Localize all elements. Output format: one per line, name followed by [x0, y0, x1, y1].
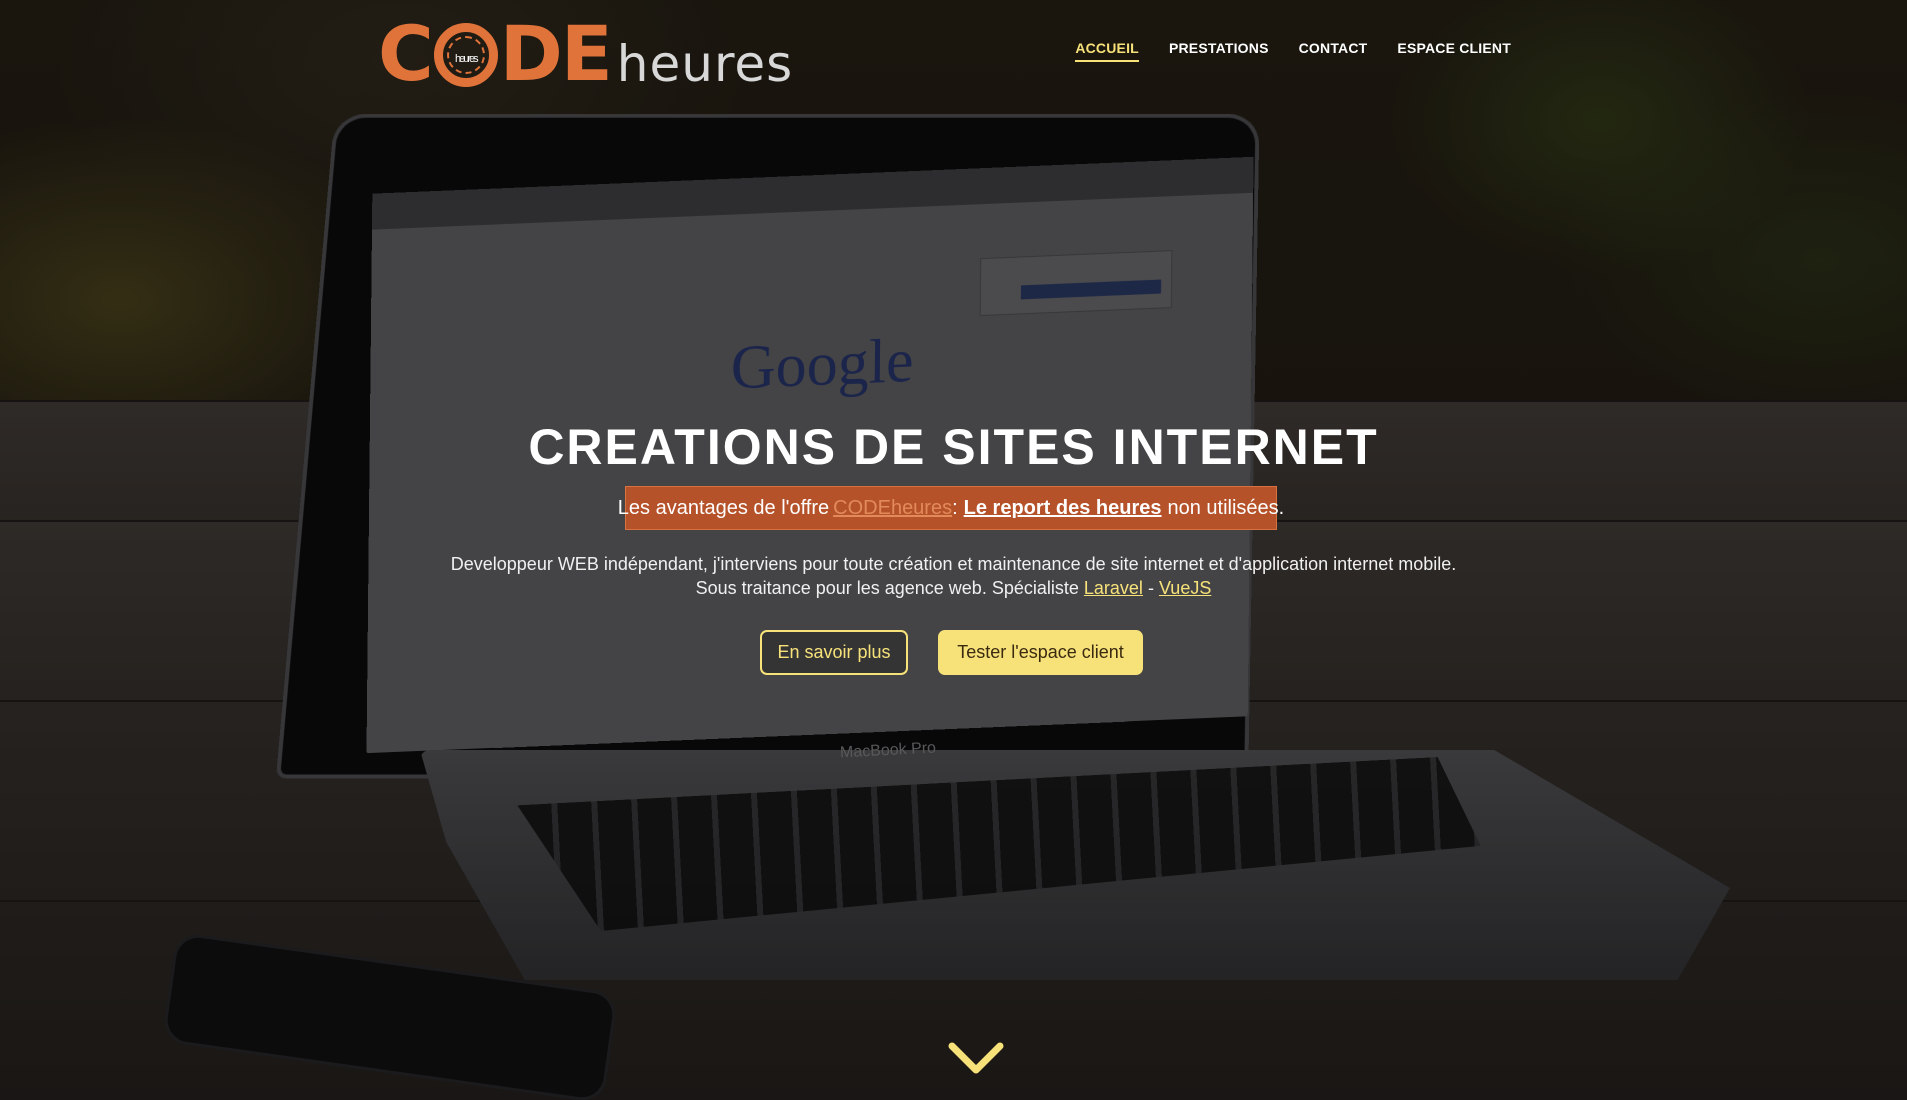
logo-letter: C	[378, 9, 434, 98]
description-separator: -	[1147, 578, 1154, 598]
try-client-area-button[interactable]: Tester l'espace client	[938, 630, 1143, 675]
hero-title: CREATIONS DE SITES INTERNET	[528, 419, 1379, 475]
logo-suffix: heures	[616, 35, 794, 93]
main-nav: ACCUEIL PRESTATIONS CONTACT ESPACE CLIEN…	[1075, 40, 1511, 62]
description-line-2: Sous traitance pour les agence web. Spéc…	[0, 576, 1907, 600]
description-line-1: Developpeur WEB indépendant, j'intervien…	[450, 554, 1457, 574]
nav-item-contact[interactable]: CONTACT	[1299, 40, 1368, 62]
promo-prefix: Les avantages de l'offre	[617, 496, 830, 519]
clock-icon: heures	[433, 23, 498, 87]
logo-letters: DE	[499, 9, 613, 98]
nav-item-prestations[interactable]: PRESTATIONS	[1169, 40, 1269, 62]
background-photo: Google MacBook Pro	[0, 0, 1907, 1100]
promo-brand-link[interactable]: CODEheures	[833, 497, 952, 519]
dark-overlay	[0, 0, 1907, 1100]
learn-more-button[interactable]: En savoir plus	[760, 630, 908, 675]
logo-code-text: Cheures DE	[378, 16, 613, 92]
nav-item-espace-client[interactable]: ESPACE CLIENT	[1397, 40, 1511, 62]
chevron-down-icon[interactable]	[948, 1040, 1004, 1076]
description-line-2-prefix: Sous traitance pour les agence web. Spéc…	[695, 578, 1079, 598]
clock-label: heures	[454, 53, 479, 65]
promo-suffix: non utilisées.	[1167, 496, 1285, 519]
vuejs-link[interactable]: VueJS	[1159, 578, 1211, 598]
hero-description: Developpeur WEB indépendant, j'intervien…	[0, 552, 1907, 600]
nav-item-accueil[interactable]: ACCUEIL	[1075, 40, 1139, 62]
laravel-link[interactable]: Laravel	[1084, 578, 1143, 598]
promo-banner: Les avantages de l'offre CODEheures: Le …	[618, 486, 1284, 530]
site-logo[interactable]: Cheures DE heures	[378, 14, 793, 94]
promo-colon: :	[952, 496, 958, 519]
promo-highlight-link[interactable]: Le report des heures	[964, 497, 1162, 520]
